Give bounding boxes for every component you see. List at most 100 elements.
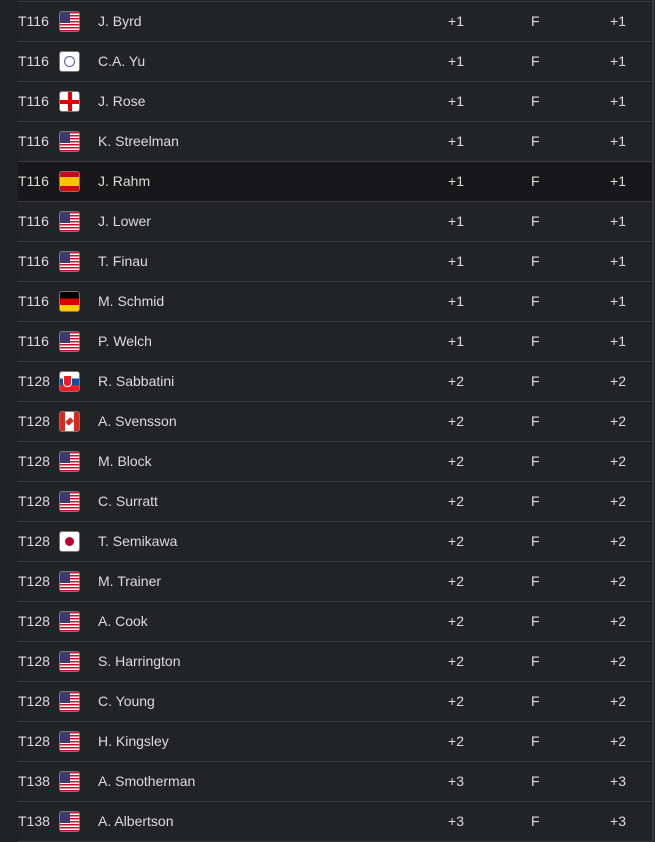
player-name[interactable]: J. Rahm <box>98 162 150 201</box>
flag-usa-icon <box>59 131 80 152</box>
thru: F <box>531 173 540 189</box>
player-name[interactable]: K. Streelman <box>98 122 179 161</box>
player-name[interactable]: M. Trainer <box>98 562 161 601</box>
leaderboard-row[interactable]: T128 T. Semikawa +2 F +2 <box>18 522 652 562</box>
flag-usa-icon <box>59 811 80 832</box>
player-name[interactable]: A. Albertson <box>98 802 174 841</box>
thru: F <box>531 293 540 309</box>
today-score: +1 <box>448 133 464 149</box>
flag-usa-icon <box>59 731 80 752</box>
position: T138 <box>18 813 50 829</box>
player-name[interactable]: C. Young <box>98 682 155 721</box>
today-score: +2 <box>448 733 464 749</box>
flag-usa-icon <box>59 211 80 232</box>
player-name[interactable]: S. Harrington <box>98 642 180 681</box>
thru: F <box>531 93 540 109</box>
thru: F <box>531 213 540 229</box>
thru: F <box>531 733 540 749</box>
today-score: +2 <box>448 373 464 389</box>
leaderboard-row[interactable]: T116 K. Streelman +1 F +1 <box>18 122 652 162</box>
leaderboard-row[interactable]: T128 M. Block +2 F +2 <box>18 442 652 482</box>
flag-usa-icon <box>59 11 80 32</box>
leaderboard-row[interactable]: T138 A. Albertson +3 F +3 <box>18 802 652 842</box>
today-score: +1 <box>448 173 464 189</box>
flag-usa-icon <box>59 451 80 472</box>
today-score: +2 <box>448 613 464 629</box>
thru: F <box>531 13 540 29</box>
player-name[interactable]: M. Schmid <box>98 282 164 321</box>
player-name[interactable]: C.A. Yu <box>98 42 145 81</box>
today-score: +1 <box>448 53 464 69</box>
position: T116 <box>18 293 49 309</box>
thru: F <box>531 453 540 469</box>
position: T116 <box>18 53 49 69</box>
leaderboard-row[interactable]: T116 M. Schmid +1 F +1 <box>18 282 652 322</box>
flag-usa-icon <box>59 251 80 272</box>
flag-usa-icon <box>59 491 80 512</box>
total-score: +2 <box>610 573 626 589</box>
leaderboard-row[interactable]: T128 S. Harrington +2 F +2 <box>18 642 652 682</box>
leaderboard-row[interactable]: T128 M. Trainer +2 F +2 <box>18 562 652 602</box>
today-score: +1 <box>448 13 464 29</box>
position: T116 <box>18 333 49 349</box>
leaderboard-row[interactable]: T128 C. Young +2 F +2 <box>18 682 652 722</box>
flag-can-icon <box>59 411 80 432</box>
leaderboard-row[interactable]: T116 C.A. Yu +1 F +1 <box>18 42 652 82</box>
player-name[interactable]: A. Smotherman <box>98 762 195 801</box>
leaderboard-row[interactable]: T128 A. Cook +2 F +2 <box>18 602 652 642</box>
thru: F <box>531 533 540 549</box>
flag-ger-icon <box>59 291 80 312</box>
today-score: +1 <box>448 213 464 229</box>
position: T116 <box>18 213 49 229</box>
leaderboard-row[interactable]: T116 J. Lower +1 F +1 <box>18 202 652 242</box>
leaderboard-row[interactable]: T138 A. Smotherman +3 F +3 <box>18 762 652 802</box>
leaderboard-row[interactable]: T116 T. Finau +1 F +1 <box>18 242 652 282</box>
position: T116 <box>18 133 49 149</box>
total-score: +2 <box>610 493 626 509</box>
total-score: +2 <box>610 693 626 709</box>
thru: F <box>531 813 540 829</box>
total-score: +2 <box>610 373 626 389</box>
position: T128 <box>18 493 50 509</box>
player-name[interactable]: T. Semikawa <box>98 522 177 561</box>
total-score: +2 <box>610 613 626 629</box>
player-name[interactable]: T. Finau <box>98 242 148 281</box>
player-name[interactable]: J. Rose <box>98 82 145 121</box>
player-name[interactable]: C. Surratt <box>98 482 158 521</box>
leaderboard-row[interactable]: T128 A. Svensson +2 F +2 <box>18 402 652 442</box>
leaderboard-row[interactable]: T116 P. Welch +1 F +1 <box>18 322 652 362</box>
today-score: +3 <box>448 813 464 829</box>
flag-tpe-icon <box>59 51 80 72</box>
player-name[interactable]: A. Cook <box>98 602 148 641</box>
leaderboard-row[interactable]: T128 H. Kingsley +2 F +2 <box>18 722 652 762</box>
position: T128 <box>18 573 50 589</box>
leaderboard-row[interactable]: T128 R. Sabbatini +2 F +2 <box>18 362 652 402</box>
player-name[interactable]: A. Svensson <box>98 402 177 441</box>
position: T116 <box>18 93 49 109</box>
leaderboard-row[interactable]: T116 J. Rahm +1 F +1 <box>18 162 652 202</box>
player-name[interactable]: H. Kingsley <box>98 722 169 761</box>
player-name[interactable]: M. Block <box>98 442 152 481</box>
today-score: +1 <box>448 293 464 309</box>
thru: F <box>531 373 540 389</box>
player-name[interactable]: P. Welch <box>98 322 152 361</box>
position: T128 <box>18 453 50 469</box>
leaderboard-row[interactable]: T116 J. Byrd +1 F +1 <box>18 2 652 42</box>
leaderboard-row[interactable]: T128 C. Surratt +2 F +2 <box>18 482 652 522</box>
thru: F <box>531 253 540 269</box>
position: T128 <box>18 613 50 629</box>
today-score: +2 <box>448 573 464 589</box>
today-score: +1 <box>448 93 464 109</box>
flag-usa-icon <box>59 691 80 712</box>
player-name[interactable]: J. Byrd <box>98 2 142 41</box>
total-score: +1 <box>610 333 626 349</box>
total-score: +2 <box>610 533 626 549</box>
total-score: +1 <box>610 293 626 309</box>
player-name[interactable]: R. Sabbatini <box>98 362 174 401</box>
thru: F <box>531 773 540 789</box>
player-name[interactable]: J. Lower <box>98 202 151 241</box>
scrollbar-track[interactable] <box>652 0 654 841</box>
position: T128 <box>18 373 50 389</box>
leaderboard-row[interactable]: T116 J. Rose +1 F +1 <box>18 82 652 122</box>
today-score: +1 <box>448 253 464 269</box>
